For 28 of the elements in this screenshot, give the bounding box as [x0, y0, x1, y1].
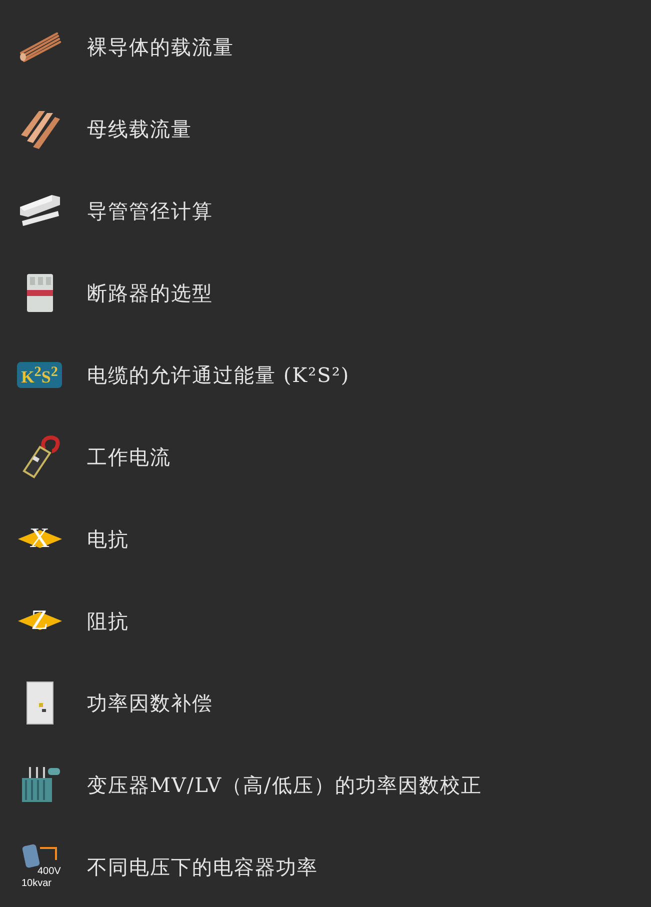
menu-item-label: 电缆的允许通过能量 (K²S²) — [87, 362, 350, 388]
menu-item-label: 阻抗 — [87, 608, 129, 634]
menu-item[interactable]: 母线载流量 — [0, 88, 651, 170]
menu-item-label: 不同电压下的电容器功率 — [87, 854, 318, 880]
menu-item[interactable]: 变压器MV/LV（高/低压）的功率因数校正 — [0, 744, 651, 826]
clamp-meter-icon — [20, 435, 60, 479]
menu-item[interactable]: 裸导体的载流量 — [0, 6, 651, 88]
menu-item-label: 导管管径计算 — [87, 198, 213, 224]
conduit-icon — [18, 193, 62, 229]
menu-item-label: 母线载流量 — [87, 116, 192, 142]
menu-item[interactable]: 断路器的选型 — [0, 252, 651, 334]
menu-item[interactable]: 工作电流 — [0, 416, 651, 498]
copper-wire-icon — [18, 32, 62, 62]
menu-item[interactable]: K$^{2}$S$^{2}$ 电缆的允许通过能量 (K²S²) — [0, 334, 651, 416]
menu-item-label: 功率因数补偿 — [87, 690, 213, 716]
menu-item-label: 变压器MV/LV（高/低压）的功率因数校正 — [87, 772, 482, 798]
menu-item-label: 电抗 — [87, 526, 129, 552]
menu-item[interactable]: 400V 10kvar 不同电压下的电容器功率 — [0, 826, 651, 907]
menu-item-label: 断路器的选型 — [87, 280, 213, 306]
menu-item[interactable]: X 电抗 — [0, 498, 651, 580]
menu-item-label: 工作电流 — [87, 444, 171, 470]
k2s2-icon: K$^{2}$S$^{2}$ — [17, 362, 62, 388]
menu-item[interactable]: 导管管径计算 — [0, 170, 651, 252]
menu-item[interactable]: Z 阻抗 — [0, 580, 651, 662]
menu-item-label: 裸导体的载流量 — [87, 34, 234, 60]
copper-bars-icon — [18, 109, 60, 149]
menu-item[interactable]: 功率因数补偿 — [0, 662, 651, 744]
cabinet-icon — [24, 681, 54, 725]
